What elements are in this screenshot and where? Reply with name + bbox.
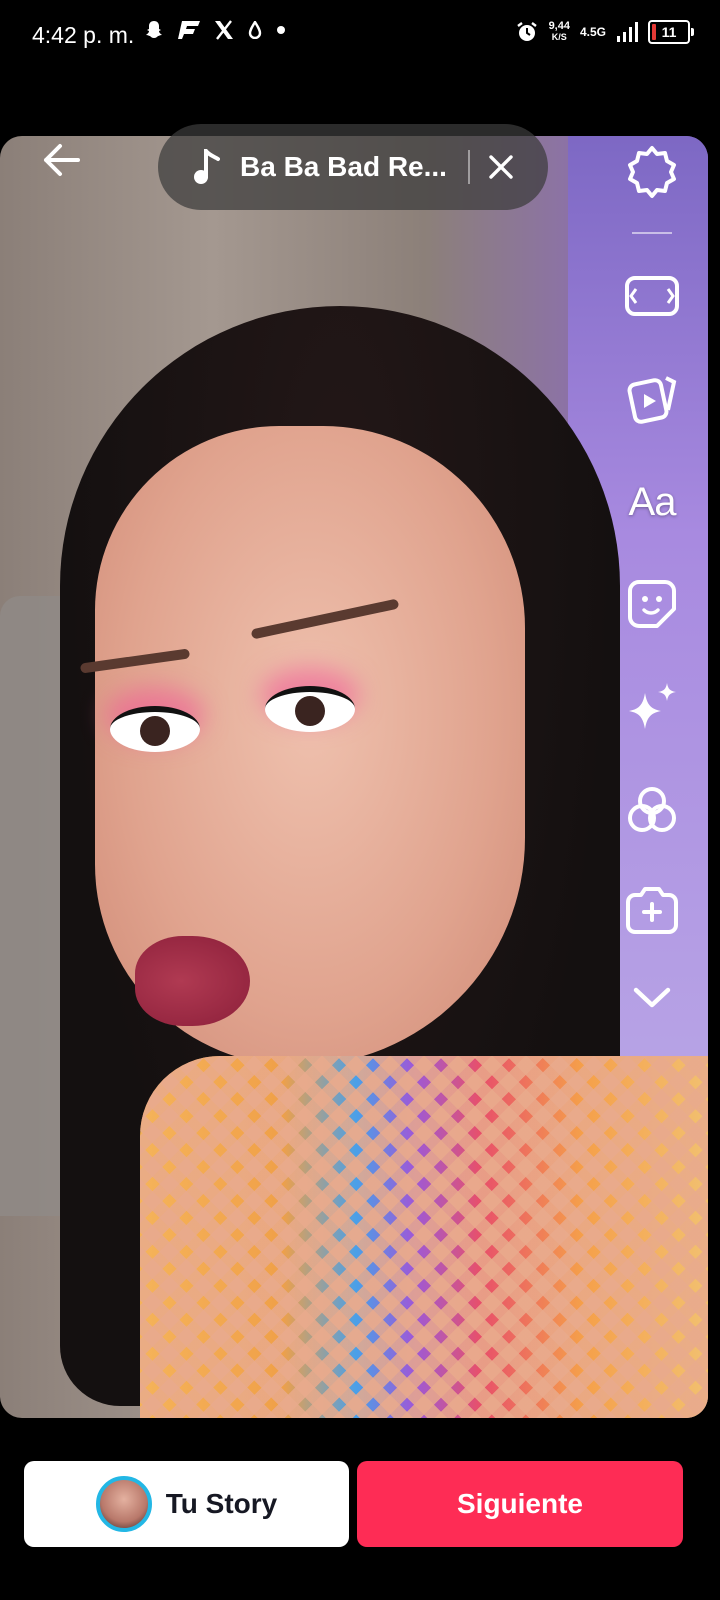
network-speed: 9,44 K/S	[549, 21, 570, 43]
battery-indicator: 11	[648, 20, 694, 44]
subject-lips	[135, 936, 250, 1026]
drop-icon	[248, 21, 262, 39]
right-eye	[265, 686, 355, 732]
next-label: Siguiente	[456, 1488, 583, 1519]
settings-button[interactable]	[620, 140, 684, 204]
sticker-button[interactable]	[620, 572, 684, 636]
add-clip-button[interactable]	[620, 878, 684, 942]
alarm-icon	[516, 22, 537, 41]
status-time: 4:42 p. m.	[32, 22, 135, 48]
pill-divider	[468, 150, 470, 184]
notification-icons	[144, 20, 286, 40]
filters-button[interactable]	[620, 778, 684, 842]
snapchat-icon	[146, 21, 162, 38]
filters-icon	[628, 787, 676, 832]
x-icon	[215, 20, 233, 40]
your-story-button[interactable]: Tu Story	[24, 1461, 349, 1547]
toolbar-divider	[632, 232, 672, 234]
resize-button[interactable]	[620, 264, 684, 328]
status-system-icons: 9,44 K/S 4.5G 11	[515, 20, 694, 44]
status-bar: 4:42 p. m. 9,44 K/S 4.5G 11	[0, 0, 720, 72]
resize-icon	[625, 276, 679, 316]
effects-icon	[629, 683, 676, 729]
signal-icon	[617, 22, 638, 42]
music-title: Ba Ba Bad Re...	[240, 151, 447, 182]
media-icon	[627, 376, 677, 424]
network-type: 4.5G	[579, 25, 606, 39]
sticker-icon	[628, 580, 676, 628]
back-button[interactable]	[40, 138, 84, 182]
flash-app-icon	[178, 21, 200, 39]
music-selector[interactable]: Ba Ba Bad Re...	[158, 124, 548, 210]
text-button[interactable]: Aa	[620, 470, 684, 534]
expand-more-button[interactable]	[620, 966, 684, 1030]
settings-icon	[628, 146, 676, 198]
add-clip-icon	[626, 887, 678, 934]
close-icon[interactable]	[488, 154, 514, 180]
fishnet-pattern	[140, 1056, 708, 1418]
text-icon: Aa	[628, 479, 677, 524]
arrow-left-icon	[44, 144, 80, 176]
battery-level: 11	[661, 24, 677, 40]
network-speed-value: 9,44	[548, 20, 570, 32]
expand-more-icon	[633, 987, 671, 1008]
effects-button[interactable]	[620, 676, 684, 740]
music-note-icon	[194, 149, 220, 184]
network-speed-unit: K/S	[551, 32, 567, 42]
avatar	[95, 1476, 152, 1532]
dot-icon	[277, 26, 285, 34]
next-button[interactable]: Siguiente	[357, 1461, 683, 1547]
media-button[interactable]	[620, 366, 684, 430]
left-eye	[110, 706, 200, 752]
your-story-label: Tu Story	[165, 1488, 278, 1519]
media-preview[interactable]	[0, 136, 708, 1418]
